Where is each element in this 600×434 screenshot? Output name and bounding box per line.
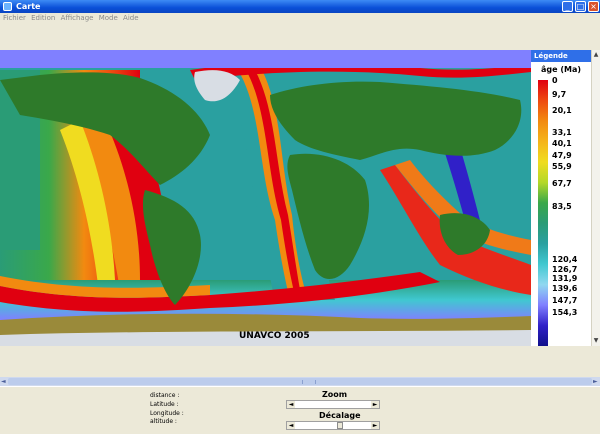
legend-label-10: 126,7: [552, 265, 578, 274]
zoom-title: Zoom: [322, 390, 348, 399]
legend-label-2: 20,1: [552, 106, 572, 115]
decalage-right-icon[interactable]: ►: [371, 422, 379, 429]
menu-aide[interactable]: Aide: [123, 13, 138, 24]
menu-edition[interactable]: Edition: [31, 13, 55, 24]
menu-affichage[interactable]: Affichage: [61, 13, 94, 24]
scroll-down-icon[interactable]: ▼: [593, 338, 599, 344]
legend-label-11: 131,9: [552, 274, 578, 283]
legend-label-1: 9,7: [552, 90, 567, 99]
window-title: Carte: [16, 2, 41, 11]
legend-title: Légende: [531, 50, 591, 62]
map-credit: UNAVCO 2005: [239, 331, 310, 341]
legend-label-8: 83,5: [552, 202, 572, 211]
menu-fichier[interactable]: Fichier: [3, 13, 26, 24]
scroll-grip-icon: [302, 380, 316, 384]
close-button[interactable]: ×: [588, 1, 599, 12]
status-panel: distance : Latitude : Longitude : altitu…: [0, 386, 600, 434]
title-bar[interactable]: Carte _ □ ×: [0, 0, 600, 13]
legend-label-0: 0: [552, 76, 558, 85]
decalage-slider[interactable]: ◄ ►: [286, 421, 380, 430]
maximize-button[interactable]: □: [575, 1, 586, 12]
distance-label: distance :: [150, 392, 180, 399]
horizontal-scrollbar[interactable]: ◄ ►: [0, 377, 600, 386]
minimize-icon: _: [565, 2, 570, 11]
altitude-label: altitude :: [150, 418, 177, 425]
close-icon: ×: [590, 2, 597, 11]
seafloor-age-map[interactable]: UNAVCO 2005: [0, 50, 531, 346]
minimize-button[interactable]: _: [562, 1, 573, 12]
zoom-right-icon[interactable]: ►: [371, 401, 379, 408]
maximize-icon: □: [576, 2, 585, 11]
legend-label-5: 47,9: [552, 151, 572, 160]
legend-label-7: 67,7: [552, 179, 572, 188]
app-icon: [3, 2, 12, 11]
decalage-slider-thumb[interactable]: [337, 422, 343, 429]
legend-label-14: 154,3: [552, 308, 578, 317]
menu-mode[interactable]: Mode: [99, 13, 118, 24]
map-canvas: [0, 50, 531, 346]
vertical-scrollbar[interactable]: ▲ ▼: [591, 50, 600, 346]
scroll-right-icon[interactable]: ►: [593, 378, 598, 385]
legend-label-3: 33,1: [552, 128, 572, 137]
legend-label-6: 55,9: [552, 162, 572, 171]
legend-color-scale: [538, 80, 548, 346]
scroll-up-icon[interactable]: ▲: [593, 52, 599, 58]
decalage-title: Décalage: [319, 411, 361, 420]
longitude-label: Longitude :: [150, 410, 184, 417]
horizontal-scroll-thumb[interactable]: [8, 378, 592, 385]
latitude-label: Latitude :: [150, 401, 179, 408]
toolbar-area: [0, 24, 600, 51]
zoom-left-icon[interactable]: ◄: [287, 401, 295, 408]
zoom-slider[interactable]: ◄ ►: [286, 400, 380, 409]
legend-label-4: 40,1: [552, 139, 572, 148]
legend-unit: âge (Ma): [541, 65, 582, 74]
legend-label-9: 120,4: [552, 255, 578, 264]
legend-label-12: 139,6: [552, 284, 578, 293]
legend-panel: Légende âge (Ma) 0 9,7 20,1 33,1 40,1 47…: [531, 50, 591, 346]
decalage-left-icon[interactable]: ◄: [287, 422, 295, 429]
legend-label-13: 147,7: [552, 296, 578, 305]
menu-bar: Fichier Edition Affichage Mode Aide: [0, 13, 600, 24]
scroll-left-icon[interactable]: ◄: [1, 378, 6, 385]
